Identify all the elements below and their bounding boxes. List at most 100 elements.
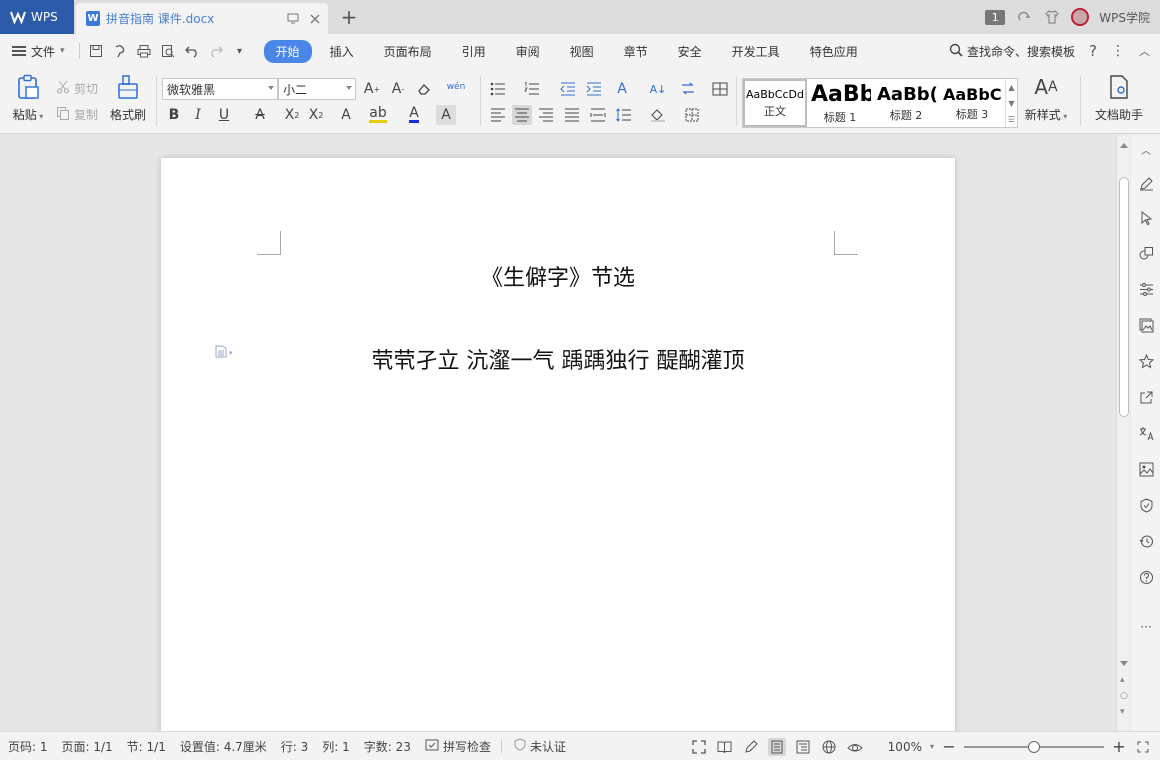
shading-bucket-icon[interactable] — [648, 105, 668, 125]
status-pages[interactable]: 页面: 1/1 — [62, 738, 113, 755]
paste-button[interactable]: 粘贴 ▾ — [8, 74, 48, 123]
status-page-number[interactable]: 页码: 1 — [8, 738, 48, 755]
translate-icon[interactable] — [1138, 425, 1154, 441]
new-tab-button[interactable]: + — [338, 5, 360, 29]
cloud-sync-icon[interactable] — [1015, 8, 1033, 26]
save-icon[interactable] — [88, 43, 104, 59]
tab-home[interactable]: 开始 — [263, 39, 312, 63]
character-spacing-icon[interactable]: A — [612, 79, 632, 99]
style-normal[interactable]: AaBbCcDd 正文 — [743, 79, 807, 127]
skin-shirt-icon[interactable] — [1043, 8, 1061, 26]
underline-icon[interactable]: U — [214, 105, 234, 125]
wps-academy-link[interactable]: WPS学院 — [1099, 9, 1150, 26]
status-row[interactable]: 行: 3 — [281, 738, 309, 755]
tab-sections[interactable]: 章节 — [612, 40, 660, 63]
fit-page-icon[interactable] — [1134, 738, 1152, 756]
vertical-scrollbar[interactable]: ▴ ○ ▾ — [1116, 135, 1130, 731]
tab-special-features[interactable]: 特色应用 — [798, 40, 870, 63]
spell-check-button[interactable]: 拼写检查 — [425, 738, 491, 755]
zoom-level[interactable]: 100% — [888, 740, 922, 754]
web-view-icon[interactable] — [820, 738, 838, 756]
align-left-icon[interactable] — [488, 105, 508, 125]
highlight-icon[interactable]: ab — [368, 105, 388, 125]
document-page[interactable]: 《生僻字》节选 茕茕孑立 沆瀣一气 踽踽独行 醍醐灌顶 — [161, 158, 955, 731]
zoom-out-icon[interactable]: − — [942, 737, 956, 756]
zoom-in-icon[interactable]: + — [1112, 737, 1126, 756]
justify-icon[interactable] — [562, 105, 582, 125]
new-style-button[interactable]: AA 新样式 ▾ — [1025, 74, 1068, 123]
image-library-icon[interactable] — [1138, 317, 1154, 333]
certification-status[interactable]: 未认证 — [514, 738, 566, 755]
collapse-sidebar-icon[interactable]: ︿ — [1138, 141, 1154, 157]
show-hide-marks-icon[interactable] — [678, 79, 698, 99]
document-workspace[interactable]: 《生僻字》节选 茕茕孑立 沆瀣一气 踽踽独行 醍醐灌顶 ▾ — [0, 135, 1116, 731]
adjust-sliders-icon[interactable] — [1138, 281, 1154, 297]
tab-page-layout[interactable]: 页面布局 — [372, 40, 444, 63]
zoom-slider-knob[interactable] — [1028, 740, 1040, 753]
numbered-list-icon[interactable] — [522, 79, 542, 99]
write-mode-icon[interactable] — [742, 738, 760, 756]
text-effect-icon[interactable]: A — [336, 105, 356, 125]
paragraph-layout-handle[interactable]: ▾ — [215, 345, 233, 361]
user-avatar[interactable] — [1071, 8, 1090, 26]
more-options-icon[interactable]: ⋮ — [1111, 43, 1125, 59]
align-right-icon[interactable] — [536, 105, 556, 125]
fullscreen-icon[interactable] — [690, 738, 708, 756]
next-page-icon[interactable]: ▾ — [1120, 707, 1125, 717]
distribute-icon[interactable] — [588, 105, 608, 125]
command-search[interactable]: 查找命令、搜索模板 — [949, 43, 1075, 60]
status-setting-value[interactable]: 设置值: 4.7厘米 — [180, 738, 267, 755]
document-protection-icon[interactable] — [1138, 497, 1154, 513]
star-icon[interactable] — [1138, 353, 1154, 369]
increase-indent-icon[interactable] — [584, 79, 604, 99]
select-browse-object-icon[interactable]: ○ — [1120, 691, 1128, 701]
zoom-slider[interactable] — [964, 740, 1104, 753]
shrink-font-icon[interactable]: A- — [388, 79, 408, 99]
sort-icon[interactable]: A↓ — [648, 79, 668, 99]
table-layout-icon[interactable] — [710, 79, 730, 99]
wps-home-tab[interactable]: WPS — [0, 0, 74, 34]
style-heading-1[interactable]: AaBb 标题 1 — [807, 79, 873, 127]
help-circle-icon[interactable] — [1138, 569, 1154, 585]
font-size-combo[interactable]: 小二 — [278, 78, 356, 100]
style-heading-3[interactable]: AaBbC( 标题 3 — [939, 79, 1005, 127]
redo-icon[interactable] — [208, 43, 224, 59]
file-menu[interactable]: 文件 ▾ — [0, 43, 73, 60]
format-painter-button[interactable]: 格式刷 — [108, 74, 148, 123]
font-name-combo[interactable]: 微软雅黑 — [162, 78, 278, 100]
italic-icon[interactable]: I — [188, 105, 208, 125]
superscript-icon[interactable]: X2 — [282, 105, 302, 125]
document-tab[interactable]: W 拼音指南 课件.docx — [76, 3, 328, 34]
chevron-down-icon[interactable]: ▾ — [930, 742, 934, 751]
bullet-list-icon[interactable] — [488, 79, 508, 99]
align-center-icon[interactable] — [512, 105, 532, 125]
status-column[interactable]: 列: 1 — [322, 738, 350, 755]
eye-protection-icon[interactable] — [846, 738, 864, 756]
select-cursor-icon[interactable] — [1138, 210, 1154, 226]
window-count-badge[interactable]: 1 — [985, 9, 1006, 25]
print-preview-icon[interactable] — [160, 43, 176, 59]
tab-references[interactable]: 引用 — [450, 40, 498, 63]
document-paragraph[interactable]: 茕茕孑立 沆瀣一气 踽踽独行 醍醐灌顶 — [161, 343, 955, 375]
borders-icon[interactable] — [682, 105, 702, 125]
grow-font-icon[interactable]: A + — [362, 79, 382, 99]
expand-gallery-icon[interactable]: ☰ — [1008, 115, 1015, 124]
status-section[interactable]: 节: 1/1 — [127, 738, 166, 755]
float-window-icon[interactable] — [284, 10, 302, 28]
more-dots-icon[interactable]: ··· — [1138, 619, 1154, 635]
print-icon[interactable] — [136, 43, 152, 59]
chevron-down-icon[interactable]: ▼ — [1008, 99, 1014, 108]
shapes-icon[interactable] — [1138, 245, 1154, 261]
clear-format-icon[interactable] — [414, 79, 434, 99]
customize-toolbar-icon[interactable]: ▾ — [232, 43, 248, 59]
pinyin-guide-icon[interactable]: wén — [442, 77, 470, 97]
strikethrough-icon[interactable]: A — [250, 105, 270, 125]
output-pdf-icon[interactable] — [112, 43, 128, 59]
prev-page-icon[interactable]: ▴ — [1120, 675, 1125, 685]
undo-icon[interactable] — [184, 43, 200, 59]
tab-developer[interactable]: 开发工具 — [720, 40, 792, 63]
style-heading-2[interactable]: AaBb( 标题 2 — [873, 79, 939, 127]
scroll-down-arrow[interactable] — [1120, 661, 1128, 666]
scroll-up-arrow[interactable] — [1120, 143, 1128, 148]
char-shading-icon[interactable]: A — [436, 105, 456, 125]
